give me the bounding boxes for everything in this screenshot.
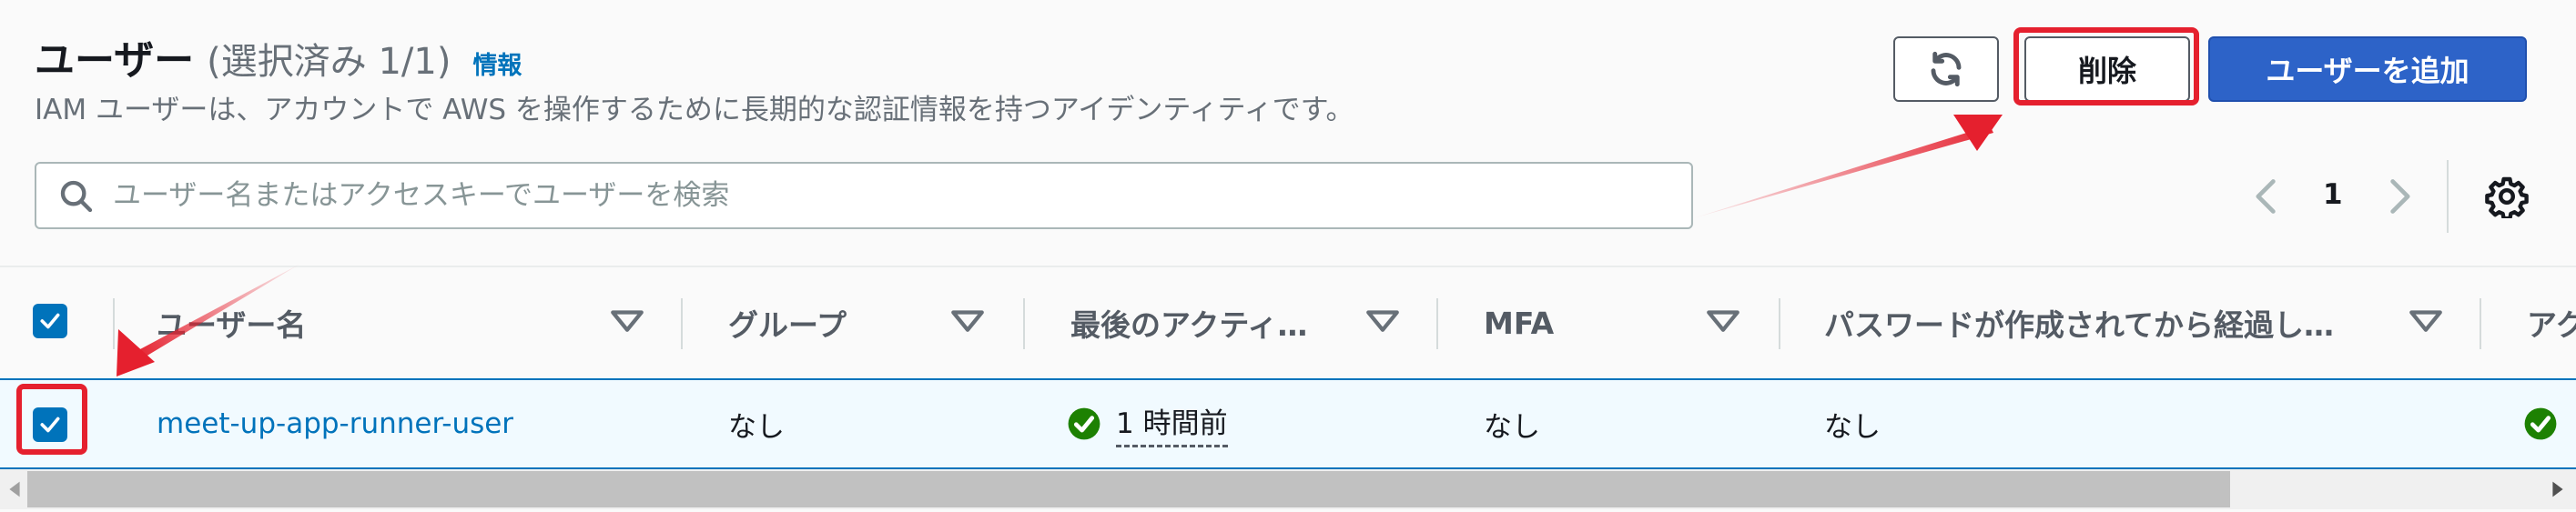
info-link[interactable]: 情報 [472,45,522,81]
column-separator [1779,298,1780,349]
table-row[interactable]: meet-up-app-runner-user なし 1 時間前 なし なし [0,378,2576,469]
column-separator [1436,298,1438,349]
success-check-icon [1068,407,1100,440]
success-check-icon [2524,407,2557,440]
page-header: ユーザー (選択済み 1/1) 情報 [35,27,522,85]
sort-icon[interactable] [2407,307,2445,336]
refresh-button[interactable] [1893,36,1999,102]
current-page-number[interactable]: 1 [2323,178,2343,211]
checkmark-icon [40,313,60,329]
access-key-cell [2523,380,2576,467]
column-header-access-key[interactable]: アク [2527,267,2576,378]
selection-count: (選択済み 1/1) [207,41,451,83]
scroll-left-icon[interactable] [2,477,27,502]
scrollbar-thumb[interactable] [27,471,2230,507]
column-separator [113,298,115,349]
pager-divider [2447,160,2449,233]
sort-icon[interactable] [948,307,987,336]
search-input[interactable] [113,171,1660,220]
next-page-icon[interactable] [2381,176,2418,216]
password-age-cell: なし [1824,410,1881,444]
sort-icon[interactable] [1704,307,1742,336]
sort-icon[interactable] [1364,307,1402,336]
table-header: ユーザー名 グループ 最後のアクティ… MFA パスワードが作成されてから経過し… [0,266,2576,376]
gear-icon[interactable] [2485,175,2529,218]
search-field[interactable] [35,162,1693,229]
column-separator [1023,298,1025,349]
search-icon [60,180,93,213]
column-header-mfa[interactable]: MFA [1484,267,1666,378]
mfa-cell: なし [1484,410,1540,444]
checkbox-highlight-box [16,384,87,455]
refresh-icon [1931,51,1962,87]
page-title: ユーザー [35,37,195,84]
last-activity-value[interactable]: 1 時間前 [1116,400,1228,447]
users-panel: ユーザー (選択済み 1/1) 情報 IAM ユーザーは、アカウントで AWS … [0,0,2576,512]
sort-icon[interactable] [608,307,646,336]
user-name-link[interactable]: meet-up-app-runner-user [157,407,513,440]
last-activity-cell: 1 時間前 [1067,380,1228,467]
delete-highlight-box [2013,27,2199,105]
arrow-to-delete-icon [1693,115,2003,218]
previous-page-icon[interactable] [2248,176,2285,216]
column-separator [681,298,683,349]
select-all-checkbox[interactable] [33,304,67,338]
page-description: IAM ユーザーは、アカウントで AWS を操作するために長期的な認証情報を持つ… [35,94,1354,126]
groups-cell: なし [728,410,785,444]
column-header-password-age[interactable]: パスワードが作成されてから経過し… [1824,267,2370,378]
scroll-right-icon[interactable] [2545,477,2571,502]
column-header-groups[interactable]: グループ [728,267,965,378]
user-name-cell: meet-up-app-runner-user [157,380,513,467]
column-header-user-name[interactable]: ユーザー名 [157,267,648,378]
column-separator [2480,298,2481,349]
column-header-last-activity[interactable]: 最後のアクティ… [1070,267,1344,378]
add-user-button[interactable]: ユーザーを追加 [2208,36,2527,102]
horizontal-scrollbar[interactable] [0,469,2576,509]
